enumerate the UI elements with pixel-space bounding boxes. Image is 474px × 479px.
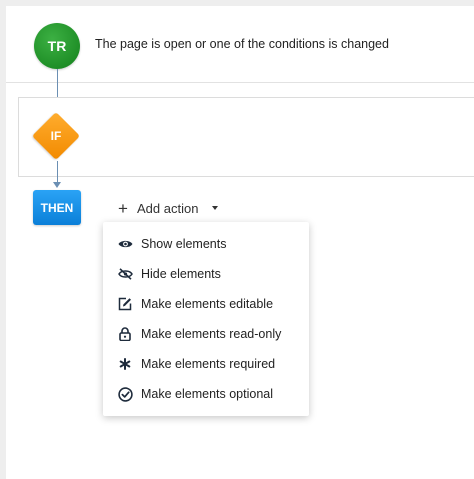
menu-item-make-optional[interactable]: Make elements optional: [103, 379, 309, 409]
condition-node-label: IF: [50, 129, 62, 143]
trigger-description: The page is open or one of the condition…: [95, 37, 389, 51]
workflow-canvas: TR The page is open or one of the condit…: [6, 6, 474, 479]
trigger-row[interactable]: TR The page is open or one of the condit…: [6, 6, 474, 83]
edit-icon: [117, 296, 133, 312]
menu-item-label: Show elements: [141, 237, 227, 251]
action-node-label: THEN: [40, 200, 74, 215]
action-node[interactable]: THEN: [33, 190, 81, 225]
condition-row[interactable]: [18, 97, 474, 177]
eye-slash-icon: [117, 266, 133, 282]
check-circle-icon: [117, 386, 133, 402]
plus-icon: +: [118, 198, 128, 218]
menu-item-label: Make elements optional: [141, 387, 274, 401]
menu-item-show-elements[interactable]: Show elements: [103, 229, 309, 259]
trigger-node[interactable]: TR: [34, 23, 80, 69]
menu-item-make-editable[interactable]: Make elements editable: [103, 289, 309, 319]
menu-item-make-required[interactable]: Make elements required: [103, 349, 309, 379]
asterisk-icon: [117, 356, 133, 372]
menu-item-make-read-only[interactable]: Make elements read-only: [103, 319, 309, 349]
add-action-menu: Show elements Hide elements Make element…: [103, 222, 309, 416]
connector-arrowhead: [53, 182, 61, 188]
menu-item-label: Make elements read-only: [141, 327, 282, 341]
add-action-label: Add action: [137, 200, 199, 216]
caret-down-icon: [212, 206, 219, 210]
menu-item-hide-elements[interactable]: Hide elements: [103, 259, 309, 289]
menu-item-label: Make elements editable: [141, 297, 274, 311]
eye-icon: [117, 236, 133, 252]
trigger-node-label: TR: [47, 38, 67, 54]
add-action-dropdown[interactable]: + Add action: [117, 198, 219, 218]
lock-icon: [117, 326, 133, 342]
menu-item-label: Hide elements: [141, 267, 221, 281]
menu-item-label: Make elements required: [141, 357, 276, 371]
